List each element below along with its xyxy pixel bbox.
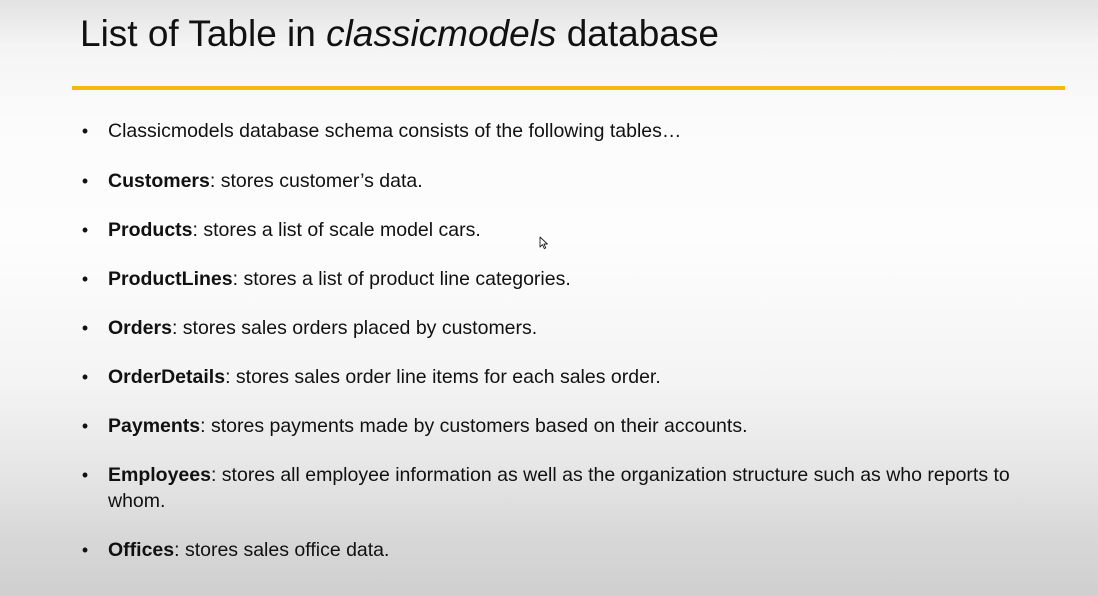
bullet-dot: • xyxy=(81,416,89,436)
bullet-item-payments: • Payments: stores payments made by cust… xyxy=(78,413,1038,439)
bullet-description: : stores payments made by customers base… xyxy=(200,415,748,437)
slide-title: List of Table in classicmodels database xyxy=(80,12,719,56)
bullet-dot: • xyxy=(81,220,89,240)
bullet-dot: • xyxy=(81,318,89,338)
bullet-text: Payments: stores payments made by custom… xyxy=(108,413,1028,439)
bullet-term: Employees xyxy=(108,464,211,486)
bullet-text: ProductLines: stores a list of product l… xyxy=(108,266,1028,292)
bullet-term: Customers xyxy=(108,170,210,192)
bullet-item-customers: • Customers: stores customer’s data. xyxy=(78,168,1038,194)
bullet-text: Products: stores a list of scale model c… xyxy=(108,217,1028,243)
bullet-text: Customers: stores customer’s data. xyxy=(108,168,1028,194)
bullet-description: : stores sales office data. xyxy=(174,539,390,561)
bullet-dot: • xyxy=(81,269,89,289)
title-underline-rule xyxy=(72,86,1065,90)
bullet-text: OrderDetails: stores sales order line it… xyxy=(108,364,1028,390)
bullet-term: Offices xyxy=(108,539,175,561)
bullet-text: Employees: stores all employee informati… xyxy=(108,462,1028,514)
bullet-description: : stores customer’s data. xyxy=(209,170,423,192)
bullet-dot: • xyxy=(81,367,89,387)
title-prefix: List of Table in xyxy=(80,13,327,54)
bullet-item-orderdetails: • OrderDetails: stores sales order line … xyxy=(78,364,1038,390)
bullet-dot: • xyxy=(81,465,89,485)
bullet-description: : stores all employee information as wel… xyxy=(108,464,1010,512)
bullet-description: : stores a list of scale model cars. xyxy=(192,219,481,241)
bullet-text: Orders: stores sales orders placed by cu… xyxy=(108,315,1028,341)
bullet-item-offices: • Offices: stores sales office data. xyxy=(78,537,1038,563)
bullet-term: Payments xyxy=(108,415,201,437)
bullet-item-employees: • Employees: stores all employee informa… xyxy=(78,462,1038,514)
bullet-item-products: • Products: stores a list of scale model… xyxy=(78,217,1038,243)
bullet-item-orders: • Orders: stores sales orders placed by … xyxy=(78,315,1038,341)
bullet-term: Products xyxy=(108,219,193,241)
title-italic: classicmodels xyxy=(326,13,557,54)
bullet-text: Offices: stores sales office data. xyxy=(108,537,1028,563)
bullet-dot: • xyxy=(81,171,89,191)
bullet-item-productlines: • ProductLines: stores a list of product… xyxy=(78,266,1038,292)
bullet-term: OrderDetails xyxy=(108,366,226,388)
bullet-term: Orders xyxy=(108,317,172,339)
title-suffix: database xyxy=(556,13,719,54)
bullet-text: Classicmodels database schema consists o… xyxy=(108,118,1028,144)
bullet-dot: • xyxy=(81,540,89,560)
mouse-pointer-icon xyxy=(539,236,548,250)
bullet-term: ProductLines xyxy=(108,268,233,290)
bullet-item-intro: • Classicmodels database schema consists… xyxy=(78,118,1038,144)
bullet-description: : stores a list of product line categori… xyxy=(232,268,571,290)
bullet-description: : stores sales orders placed by customer… xyxy=(171,317,538,339)
bullet-description: Classicmodels database schema consists o… xyxy=(108,120,682,142)
bullet-description: : stores sales order line items for each… xyxy=(225,366,661,388)
bullet-dot: • xyxy=(81,121,89,141)
